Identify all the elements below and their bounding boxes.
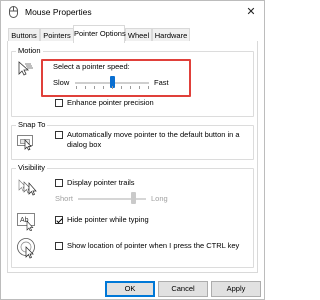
enhance-precision-label[interactable]: Enhance pointer precision: [67, 98, 154, 108]
pointer-trails-label[interactable]: Display pointer trails: [67, 178, 135, 188]
show-location-label[interactable]: Show location of pointer when I press th…: [67, 241, 239, 251]
snap-to-group-title: Snap To: [16, 120, 48, 130]
pointer-trails-icon: [18, 179, 37, 196]
snap-to-icon: [17, 135, 33, 151]
snap-to-default-checkbox[interactable]: [55, 131, 63, 139]
pointer-trails-checkbox[interactable]: [55, 179, 63, 187]
apply-button[interactable]: Apply: [211, 281, 261, 297]
cancel-button[interactable]: Cancel: [158, 281, 208, 297]
pointer-speed-icon: [18, 61, 33, 76]
hide-pointer-checkbox[interactable]: [55, 216, 63, 224]
mouse-properties-window: Mouse Properties ✕ Buttons Pointers Poin…: [0, 0, 265, 300]
motion-group-title: Motion: [16, 46, 43, 56]
tab-bar: Buttons Pointers Pointer Options Wheel H…: [7, 25, 258, 43]
tab-wheel[interactable]: Wheel: [125, 28, 152, 42]
hide-pointer-label[interactable]: Hide pointer while typing: [67, 215, 149, 225]
title-bar[interactable]: Mouse Properties ✕: [1, 1, 264, 23]
close-button[interactable]: ✕: [242, 4, 260, 20]
show-location-checkbox[interactable]: [55, 242, 63, 250]
snap-to-label-line2[interactable]: dialog box: [67, 140, 101, 150]
trails-length-thumb[interactable]: [131, 192, 136, 204]
pointer-location-icon: [17, 238, 35, 259]
hide-pointer-icon: Ab: [17, 213, 35, 231]
enhance-precision-checkbox[interactable]: [55, 99, 63, 107]
speed-highlight-box: [41, 59, 191, 97]
trails-short-label: Short: [55, 194, 73, 203]
window-title: Mouse Properties: [25, 7, 92, 17]
close-icon: ✕: [246, 6, 256, 18]
tab-pointers[interactable]: Pointers: [40, 28, 74, 42]
ok-button[interactable]: OK: [105, 281, 155, 297]
tab-hardware[interactable]: Hardware: [152, 28, 190, 42]
snap-to-label-line1[interactable]: Automatically move pointer to the defaul…: [67, 130, 240, 140]
visibility-group-title: Visibility: [16, 163, 47, 173]
mouse-icon: [9, 6, 18, 18]
tab-pointer-options[interactable]: Pointer Options: [73, 25, 126, 43]
trails-long-label: Long: [151, 194, 168, 203]
tab-buttons[interactable]: Buttons: [8, 28, 40, 42]
